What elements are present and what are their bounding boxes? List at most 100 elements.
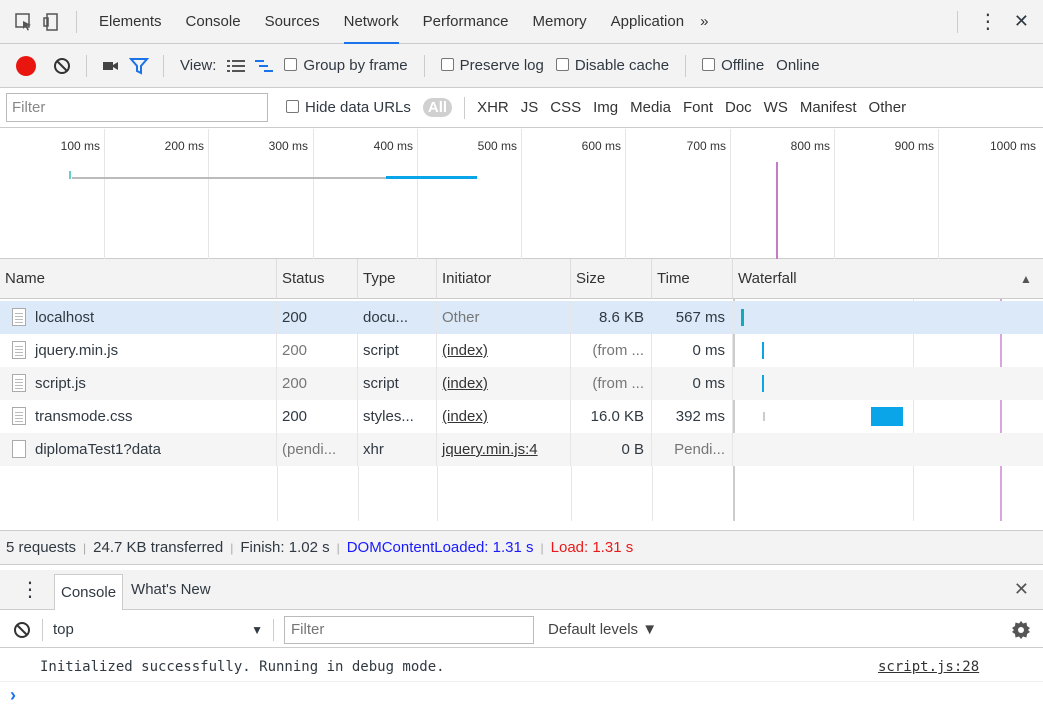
clear-console-icon[interactable] — [8, 616, 36, 644]
group-by-frame-checkbox[interactable]: Group by frame — [284, 57, 408, 74]
tab-performance[interactable]: Performance — [423, 0, 509, 44]
checkbox-icon[interactable] — [286, 100, 299, 113]
column-status[interactable]: Status — [277, 259, 358, 299]
filter-all[interactable]: All — [422, 98, 453, 117]
request-type: docu... — [358, 301, 437, 334]
column-type[interactable]: Type — [358, 259, 437, 299]
large-rows-icon[interactable] — [222, 52, 250, 80]
tab-console[interactable]: Console — [186, 0, 241, 44]
waterfall-bar[interactable] — [871, 407, 903, 426]
drawer-close-icon[interactable]: ✕ — [1014, 579, 1029, 600]
filter-media[interactable]: Media — [630, 99, 671, 116]
inspect-element-icon[interactable] — [10, 8, 38, 36]
log-levels-select[interactable]: Default levels ▼ — [548, 621, 657, 638]
filter-ws[interactable]: WS — [764, 99, 788, 116]
device-toolbar-icon[interactable] — [38, 8, 66, 36]
sort-ascending-icon[interactable]: ▲ — [1020, 259, 1032, 299]
initiator-link[interactable]: (index) — [442, 408, 488, 425]
filter-font[interactable]: Font — [683, 99, 713, 116]
console-source-link[interactable]: script.js:28 — [878, 659, 979, 675]
clear-icon[interactable] — [48, 52, 76, 80]
tab-elements[interactable]: Elements — [99, 0, 162, 44]
waterfall-bar[interactable] — [741, 309, 744, 326]
table-row[interactable]: script.js 200 script (index) (from ... 0… — [0, 367, 1043, 400]
separator — [163, 54, 164, 77]
offline-checkbox[interactable]: Offline — [702, 57, 764, 74]
console-filter-input[interactable] — [284, 615, 534, 644]
column-name[interactable]: Name — [0, 259, 277, 299]
separator — [42, 618, 43, 641]
tab-application[interactable]: Application — [611, 0, 684, 44]
checkbox-icon[interactable] — [555, 58, 569, 71]
overview-tick-label: 600 ms — [581, 139, 621, 153]
console-message: Initialized successfully. Running in deb… — [0, 652, 1043, 682]
request-initiator: (index) — [437, 367, 571, 400]
table-row[interactable]: localhost 200 docu... Other 8.6 KB 567 m… — [0, 301, 1043, 334]
tab-network[interactable]: Network — [343, 0, 399, 44]
disable-cache-checkbox[interactable]: Disable cache — [555, 57, 669, 74]
column-size[interactable]: Size — [571, 259, 652, 299]
waterfall-bar — [763, 412, 765, 421]
filter-xhr[interactable]: XHR — [477, 99, 509, 116]
column-time[interactable]: Time — [652, 259, 733, 299]
separator — [464, 96, 466, 119]
column-waterfall[interactable]: Waterfall — [733, 259, 913, 299]
hide-data-urls-checkbox[interactable]: Hide data URLs — [286, 99, 411, 116]
xhr-file-icon — [12, 440, 26, 458]
column-divider — [571, 466, 572, 521]
table-row[interactable]: jquery.min.js 200 script (index) (from .… — [0, 334, 1043, 367]
initiator-link[interactable]: jquery.min.js:4 — [442, 441, 538, 458]
drawer-menu-icon[interactable]: ⋮ — [20, 577, 40, 602]
table-row[interactable]: diplomaTest1?data (pendi... xhr jquery.m… — [0, 433, 1043, 466]
network-toolbar: View: Group by frame Preserve log Disabl… — [0, 44, 1043, 88]
checkbox-icon[interactable] — [702, 58, 716, 71]
network-summary: 5 requests | 24.7 KB transferred | Finis… — [0, 530, 1043, 565]
throttling-select[interactable]: Online — [776, 57, 819, 74]
filter-js[interactable]: JS — [521, 99, 539, 116]
overview-tick-label: 300 ms — [268, 139, 308, 153]
filter-funnel-icon[interactable] — [125, 52, 153, 80]
preserve-log-checkbox[interactable]: Preserve log — [440, 57, 544, 74]
overview-tick-label: 900 ms — [894, 139, 934, 153]
overview-waterfall-icon[interactable] — [250, 52, 278, 80]
console-prompt[interactable]: › — [10, 685, 16, 706]
overview-gridline — [938, 129, 939, 259]
filter-doc[interactable]: Doc — [725, 99, 752, 116]
record-icon[interactable] — [16, 55, 36, 76]
overview-tick-label: 1000 ms — [989, 139, 1036, 153]
menu-icon[interactable]: ⋮ — [978, 9, 998, 34]
settings-gear-icon[interactable] — [1011, 620, 1031, 640]
network-overview[interactable]: 100 ms 200 ms 300 ms 400 ms 500 ms 600 m… — [0, 129, 1043, 259]
script-file-icon — [12, 341, 26, 359]
drawer-tab-console[interactable]: Console — [54, 573, 124, 610]
tab-memory[interactable]: Memory — [533, 0, 587, 44]
context-value: top — [53, 621, 74, 638]
filter-css[interactable]: CSS — [550, 99, 581, 116]
initiator-link[interactable]: (index) — [442, 342, 488, 359]
filter-input[interactable] — [6, 93, 268, 122]
initiator-link[interactable]: (index) — [442, 375, 488, 392]
request-name: script.js — [0, 367, 277, 400]
filter-manifest[interactable]: Manifest — [800, 99, 857, 116]
request-name: diplomaTest1?data — [0, 433, 277, 466]
context-select[interactable]: top ▼ — [53, 621, 263, 638]
filter-other[interactable]: Other — [869, 99, 907, 116]
checkbox-icon[interactable] — [440, 58, 454, 71]
filter-img[interactable]: Img — [593, 99, 618, 116]
checkbox-icon[interactable] — [284, 58, 298, 71]
drawer-tab-whats-new[interactable]: What's New — [123, 581, 219, 598]
overview-gridline — [417, 129, 418, 259]
tab-sources[interactable]: Sources — [265, 0, 320, 44]
waterfall-bar[interactable] — [762, 342, 764, 359]
overview-tick-label: 100 ms — [60, 139, 100, 153]
request-table-header: Name Status Type Initiator Size Time Wat… — [0, 259, 1043, 299]
waterfall-bar[interactable] — [762, 375, 764, 392]
more-tabs-icon[interactable]: » — [700, 0, 708, 44]
request-name: transmode.css — [0, 400, 277, 433]
video-camera-icon[interactable] — [97, 52, 125, 80]
table-row[interactable]: transmode.css 200 styles... (index) 16.0… — [0, 400, 1043, 433]
separator — [956, 10, 958, 33]
close-icon[interactable]: ✕ — [1014, 11, 1029, 32]
overview-tick-label: 400 ms — [373, 139, 413, 153]
column-initiator[interactable]: Initiator — [437, 259, 571, 299]
